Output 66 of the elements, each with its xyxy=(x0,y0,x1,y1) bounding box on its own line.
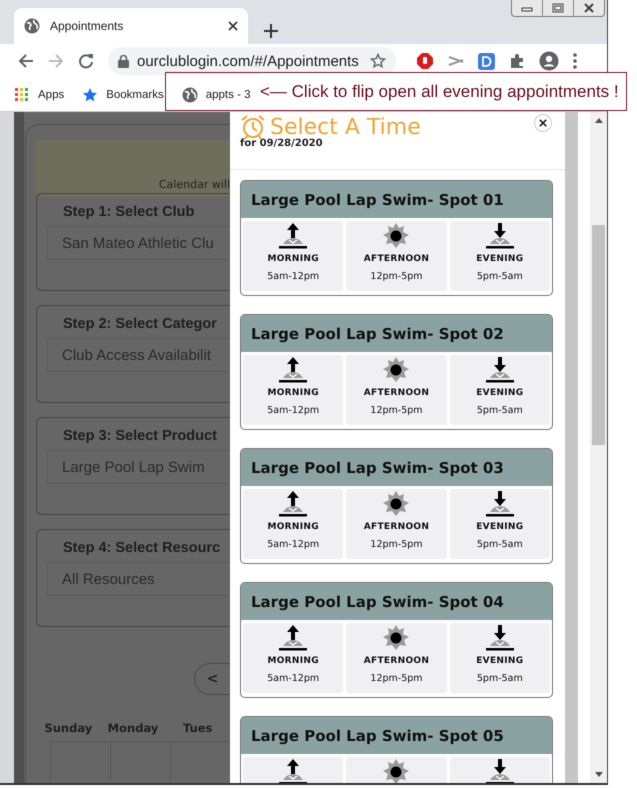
time-slot-option[interactable]: MORNING 5am-12pm xyxy=(243,489,344,559)
time-slot-option[interactable]: AFTERNOON 12pm-5pm xyxy=(346,355,447,425)
lock-icon xyxy=(118,54,129,68)
globe-icon xyxy=(24,18,40,34)
new-tab-icon[interactable] xyxy=(264,24,278,38)
sunset-icon xyxy=(484,222,515,250)
menu-icon[interactable] xyxy=(573,53,577,69)
close-button[interactable]: × xyxy=(534,114,552,132)
time-slot-option[interactable]: AFTERNOON 12pm-5pm xyxy=(346,221,447,291)
star-outline-icon[interactable] xyxy=(370,53,386,69)
sunrise-icon xyxy=(278,624,308,652)
scroll-down-icon[interactable] xyxy=(594,772,602,777)
step-title: Step 1: Select Club xyxy=(63,204,196,220)
sunrise-icon xyxy=(278,356,308,384)
close-icon[interactable] xyxy=(228,21,238,31)
step-title: Step 3: Select Product xyxy=(63,428,218,444)
modal-title: Select A Time xyxy=(270,114,421,140)
address-bar[interactable]: ourclublogin.com/#/Appointments xyxy=(108,47,396,75)
time-slot-option[interactable]: MORNING 5am-12pm xyxy=(243,221,344,291)
time-slot-option[interactable]: EVENING 5pm-5am xyxy=(450,623,550,693)
sun-icon xyxy=(382,624,410,652)
weekday-header: Monday xyxy=(106,721,160,735)
step-title: Step 2: Select Categor xyxy=(63,316,218,332)
alarm-clock-icon xyxy=(240,114,266,140)
sun-icon xyxy=(382,490,410,518)
notice-banner: Calendar will xyxy=(36,140,230,197)
star-icon xyxy=(82,86,98,102)
stop-hand-icon[interactable] xyxy=(416,52,434,70)
sunset-icon xyxy=(484,490,515,518)
time-slot-option[interactable]: AFTERNOON 12pm-5pm xyxy=(346,623,447,693)
sunrise-icon xyxy=(278,222,308,250)
resource-title: Large Pool Lap Swim- Spot 02 xyxy=(241,315,552,352)
letter-d-extension-icon[interactable] xyxy=(478,52,495,70)
weekday-header: Sunday xyxy=(43,721,94,735)
time-slot-option[interactable]: AFTERNOON 12pm-5pm xyxy=(346,489,447,559)
sunset-icon xyxy=(484,356,515,384)
resource-title: Large Pool Lap Swim- Spot 03 xyxy=(241,449,552,486)
resource-title: Large Pool Lap Swim- Spot 05 xyxy=(241,717,552,754)
selected-date: for 09/28/2020 xyxy=(240,138,324,149)
scroll-up-icon[interactable] xyxy=(594,118,602,123)
back-icon[interactable] xyxy=(18,53,34,69)
time-slot-option[interactable]: EVENING 5pm-5am xyxy=(450,489,550,559)
scrollbar-thumb[interactable] xyxy=(592,225,605,445)
bookmark-item[interactable]: Bookmarks xyxy=(82,86,164,102)
time-slot-option[interactable]: EVENING 5pm-5am xyxy=(450,355,550,425)
puzzle-icon[interactable] xyxy=(509,53,525,69)
step-title: Step 4: Select Resourc xyxy=(63,540,222,556)
time-slot-option[interactable]: EVENING 5pm-5am xyxy=(450,221,550,291)
resource-title: Large Pool Lap Swim- Spot 01 xyxy=(241,181,552,218)
weekday-header: Tues xyxy=(182,721,214,735)
bookmark-item[interactable]: appts - 3 xyxy=(182,86,250,102)
sun-icon xyxy=(382,222,410,250)
reload-icon[interactable] xyxy=(78,53,94,69)
bookmark-item[interactable]: Apps xyxy=(14,86,64,102)
sunrise-icon xyxy=(278,490,308,518)
profile-icon[interactable] xyxy=(539,51,559,71)
scrollbar[interactable] xyxy=(565,112,578,783)
time-slot-option[interactable]: MORNING 5am-12pm xyxy=(243,623,344,693)
browser-tab[interactable]: Appointments xyxy=(14,8,248,44)
sun-icon xyxy=(382,758,410,783)
globe-icon xyxy=(182,86,198,102)
sunset-icon xyxy=(484,624,515,652)
sun-icon xyxy=(382,356,410,384)
time-slot-option[interactable]: MORNING 5am-12pm xyxy=(243,355,344,425)
resource-title: Large Pool Lap Swim- Spot 04 xyxy=(241,583,552,620)
apps-grid-icon xyxy=(14,86,30,102)
